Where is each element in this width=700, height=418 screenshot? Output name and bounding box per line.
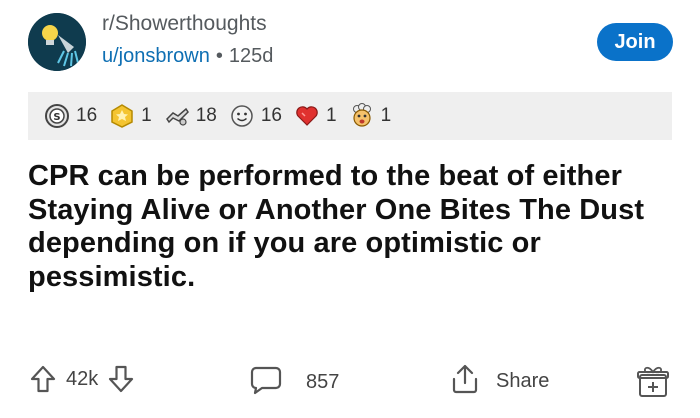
gold-award-icon	[109, 103, 135, 129]
silver-award-icon: S	[44, 103, 70, 129]
mind-blown-award-icon	[349, 103, 375, 129]
award-mind-blown[interactable]: 1	[349, 103, 392, 129]
post-actions: 42k 857 Share	[0, 355, 700, 411]
gift-box-icon	[636, 366, 670, 403]
award-count: 1	[380, 105, 392, 126]
share-label: Share	[496, 370, 550, 392]
upvote-arrow-icon[interactable]	[30, 365, 56, 393]
award-silver[interactable]: S 16	[44, 103, 97, 129]
share-button[interactable]: Share	[450, 363, 549, 400]
author-link[interactable]: u/jonsbrown	[102, 45, 210, 67]
post-age: 125d	[228, 45, 274, 67]
award-count: 1	[141, 105, 152, 126]
award-count: 16	[260, 105, 282, 126]
downvote-arrow-icon[interactable]	[108, 365, 134, 393]
subreddit-name[interactable]: r/Showerthoughts	[102, 11, 267, 37]
award-gold[interactable]: 1	[109, 103, 152, 129]
award-gift-button[interactable]	[636, 363, 670, 404]
vote-count: 42k	[66, 367, 99, 390]
lightbulb-shower-icon	[28, 13, 86, 71]
meta-separator: •	[215, 45, 223, 67]
awards-bar[interactable]: S 16 1 18 16 1 1	[28, 92, 672, 140]
svg-text:S: S	[53, 112, 60, 123]
heart-award-icon	[294, 103, 320, 129]
award-count: 1	[326, 105, 337, 126]
comments-button[interactable]: 857	[250, 365, 339, 400]
award-heart[interactable]: 1	[294, 103, 337, 129]
wholesome-award-icon	[229, 103, 255, 129]
post-title[interactable]: CPR can be performed to the beat of eith…	[28, 160, 678, 294]
share-arrow-icon	[450, 363, 480, 400]
vote-controls: 42k	[30, 365, 134, 393]
join-button[interactable]: Join	[597, 23, 673, 61]
post-meta: u/jonsbrown • 125d	[102, 43, 273, 69]
post-header: r/Showerthoughts u/jonsbrown • 125d Join	[0, 0, 700, 82]
award-wholesome[interactable]: 16	[229, 103, 282, 129]
comment-count: 857	[306, 371, 340, 393]
helpful-award-icon	[164, 103, 190, 129]
award-count: 16	[76, 105, 98, 126]
award-helpful[interactable]: 18	[164, 103, 217, 129]
comment-bubble-icon	[250, 365, 282, 400]
subreddit-avatar[interactable]	[28, 13, 86, 71]
award-count: 18	[195, 105, 217, 126]
